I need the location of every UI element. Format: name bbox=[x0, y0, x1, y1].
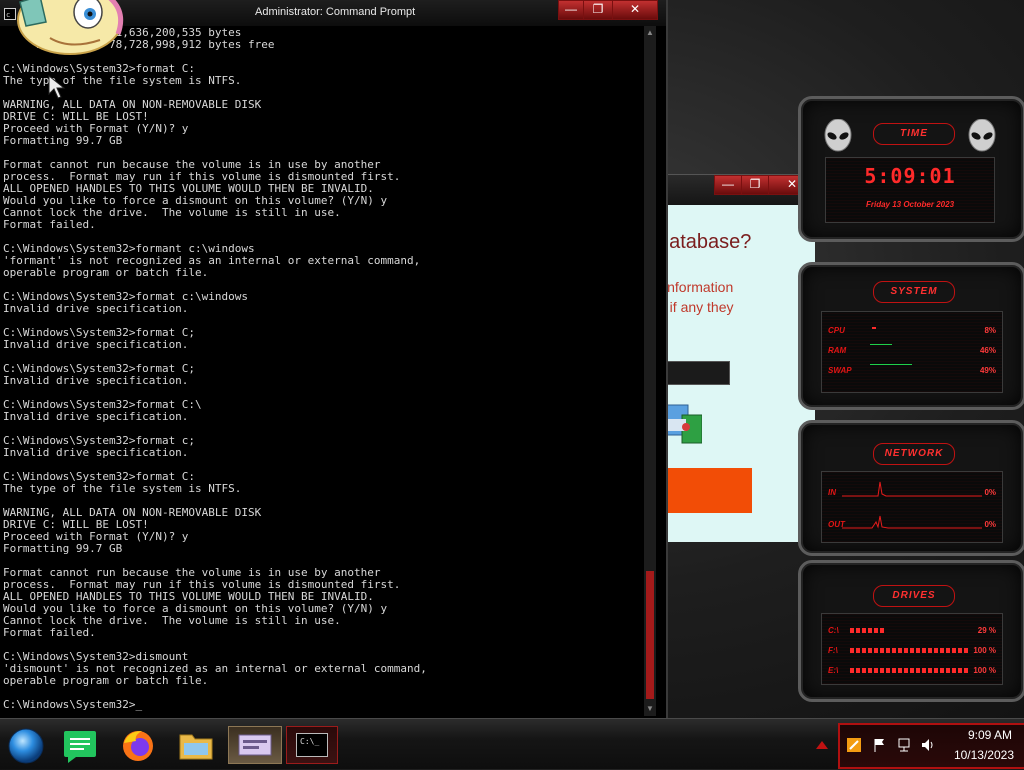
control-panel-icon bbox=[238, 734, 272, 756]
background-dialog-window[interactable]: — ❐ ✕ database? information e if any the… bbox=[656, 174, 819, 544]
taskbar-clock-time[interactable]: 9:09 AM bbox=[968, 728, 1012, 742]
chat-app-icon bbox=[64, 731, 96, 763]
cpu-graph bbox=[872, 327, 876, 329]
cmd-minimize-button[interactable]: — bbox=[558, 0, 584, 20]
tray-expand-arrow-icon[interactable] bbox=[816, 741, 828, 749]
dialog-maximize-button[interactable]: ❐ bbox=[741, 175, 769, 195]
drive-e-usage-bar bbox=[850, 668, 970, 673]
taskbar[interactable]: C:\_ 9:09 AM 10/13/2023 bbox=[0, 718, 1024, 769]
cmd-close-button[interactable]: ✕ bbox=[612, 0, 658, 20]
cmd-window-title: Administrator: Command Prompt bbox=[255, 6, 416, 18]
net-in-graph bbox=[842, 481, 982, 497]
cmd-scrollbar-thumb[interactable] bbox=[646, 571, 654, 699]
system-gadget-header: SYSTEM bbox=[873, 281, 955, 303]
cpu-value: 8% bbox=[984, 326, 996, 335]
taskbar-command-prompt[interactable]: C:\_ bbox=[286, 726, 338, 764]
drives-gadget[interactable]: DRIVES C:\ 29 % F:\ 100 % E:\ 100 % bbox=[798, 560, 1024, 702]
drive-e-value: 100 % bbox=[973, 666, 996, 675]
net-out-graph bbox=[842, 515, 982, 529]
gadget-clock: 5:09:01 bbox=[864, 164, 956, 188]
drive-c-label: C:\ bbox=[828, 626, 839, 635]
cmd-taskbar-icon: C:\_ bbox=[296, 733, 328, 757]
ram-label: RAM bbox=[828, 346, 847, 355]
dialog-client-area: database? information e if any they bbox=[658, 205, 815, 542]
taskbar-clock-date[interactable]: 10/13/2023 bbox=[954, 748, 1014, 762]
network-gadget-screen: IN 0% OUT 0% bbox=[821, 471, 1003, 543]
start-orb-icon bbox=[8, 728, 44, 764]
volume-tray-icon[interactable] bbox=[920, 737, 936, 753]
net-in-value: 0% bbox=[984, 488, 996, 497]
dialog-info-line-1: information bbox=[664, 279, 734, 295]
action-center-flag-icon[interactable] bbox=[872, 737, 888, 753]
scroll-up-arrow-icon[interactable]: ▲ bbox=[644, 26, 656, 40]
system-gadget-screen: CPU 8% RAM 46% SWAP 49% bbox=[821, 311, 1003, 393]
dialog-input-field[interactable] bbox=[658, 361, 730, 385]
dialog-question: database? bbox=[658, 231, 752, 253]
drive-e-label: E:\ bbox=[828, 666, 839, 675]
taskbar-file-explorer[interactable] bbox=[172, 725, 222, 765]
ram-value: 46% bbox=[979, 346, 996, 355]
mouse-pointer-icon bbox=[48, 74, 66, 99]
network-tray-icon[interactable] bbox=[896, 737, 912, 753]
cartoon-mascot-overlay bbox=[17, 0, 124, 55]
cmd-console-output[interactable]: 5 File(s) 1,636,200,535 bytes 21 Dir(s) … bbox=[3, 27, 643, 711]
drives-gadget-screen: C:\ 29 % F:\ 100 % E:\ 100 % bbox=[821, 613, 1003, 685]
ram-graph bbox=[870, 344, 892, 345]
net-in-label: IN bbox=[828, 488, 836, 497]
net-out-value: 0% bbox=[984, 520, 996, 529]
cmd-vertical-scrollbar[interactable]: ▲ ▼ bbox=[644, 26, 656, 716]
time-gadget[interactable]: TIME 5:09:01 Friday 13 October 2023 bbox=[798, 96, 1024, 242]
drive-c-value: 29 % bbox=[977, 626, 996, 635]
cmd-maximize-button[interactable]: ❐ bbox=[583, 0, 613, 20]
command-prompt-window[interactable]: c Administrator: Command Prompt — ❐ ✕ 5 … bbox=[0, 0, 668, 718]
dialog-minimize-button[interactable]: — bbox=[714, 175, 742, 195]
time-gadget-header: TIME bbox=[873, 123, 955, 145]
notification-area[interactable]: 9:09 AM 10/13/2023 bbox=[838, 723, 1024, 769]
network-gadget[interactable]: NETWORK IN 0% OUT 0% bbox=[798, 420, 1024, 556]
taskbar-firefox[interactable] bbox=[114, 725, 164, 765]
taskbar-control-panel[interactable] bbox=[228, 726, 282, 764]
scroll-down-arrow-icon[interactable]: ▼ bbox=[644, 702, 656, 716]
dialog-titlebar[interactable]: — ❐ ✕ bbox=[656, 174, 819, 205]
drive-f-value: 100 % bbox=[973, 646, 996, 655]
cmd-taskbar-icon-text: C:\_ bbox=[300, 737, 320, 746]
swap-label: SWAP bbox=[828, 366, 852, 375]
drives-gadget-header: DRIVES bbox=[873, 585, 955, 607]
swap-value: 49% bbox=[979, 366, 996, 375]
network-gadget-header: NETWORK bbox=[873, 443, 955, 465]
system-gadget[interactable]: SYSTEM CPU 8% RAM 46% SWAP 49% bbox=[798, 262, 1024, 410]
gadget-date: Friday 13 October 2023 bbox=[865, 200, 955, 209]
time-gadget-screen: 5:09:01 Friday 13 October 2023 bbox=[825, 157, 995, 223]
firefox-icon bbox=[123, 731, 153, 761]
drive-f-label: F:\ bbox=[828, 646, 838, 655]
drive-c-usage-bar bbox=[850, 628, 885, 633]
alien-head-icon bbox=[824, 119, 852, 152]
flag-tray-icon[interactable] bbox=[846, 737, 862, 753]
swap-graph bbox=[870, 364, 912, 365]
dialog-info-line-2: e if any they bbox=[658, 299, 734, 315]
alien-head-icon bbox=[968, 119, 996, 152]
start-orb-button[interactable] bbox=[2, 725, 52, 765]
drive-f-usage-bar bbox=[850, 648, 970, 653]
cpu-label: CPU bbox=[828, 326, 845, 335]
folder-icon bbox=[179, 734, 213, 760]
taskbar-messages-app[interactable] bbox=[56, 725, 106, 765]
dialog-action-button[interactable] bbox=[658, 468, 752, 513]
